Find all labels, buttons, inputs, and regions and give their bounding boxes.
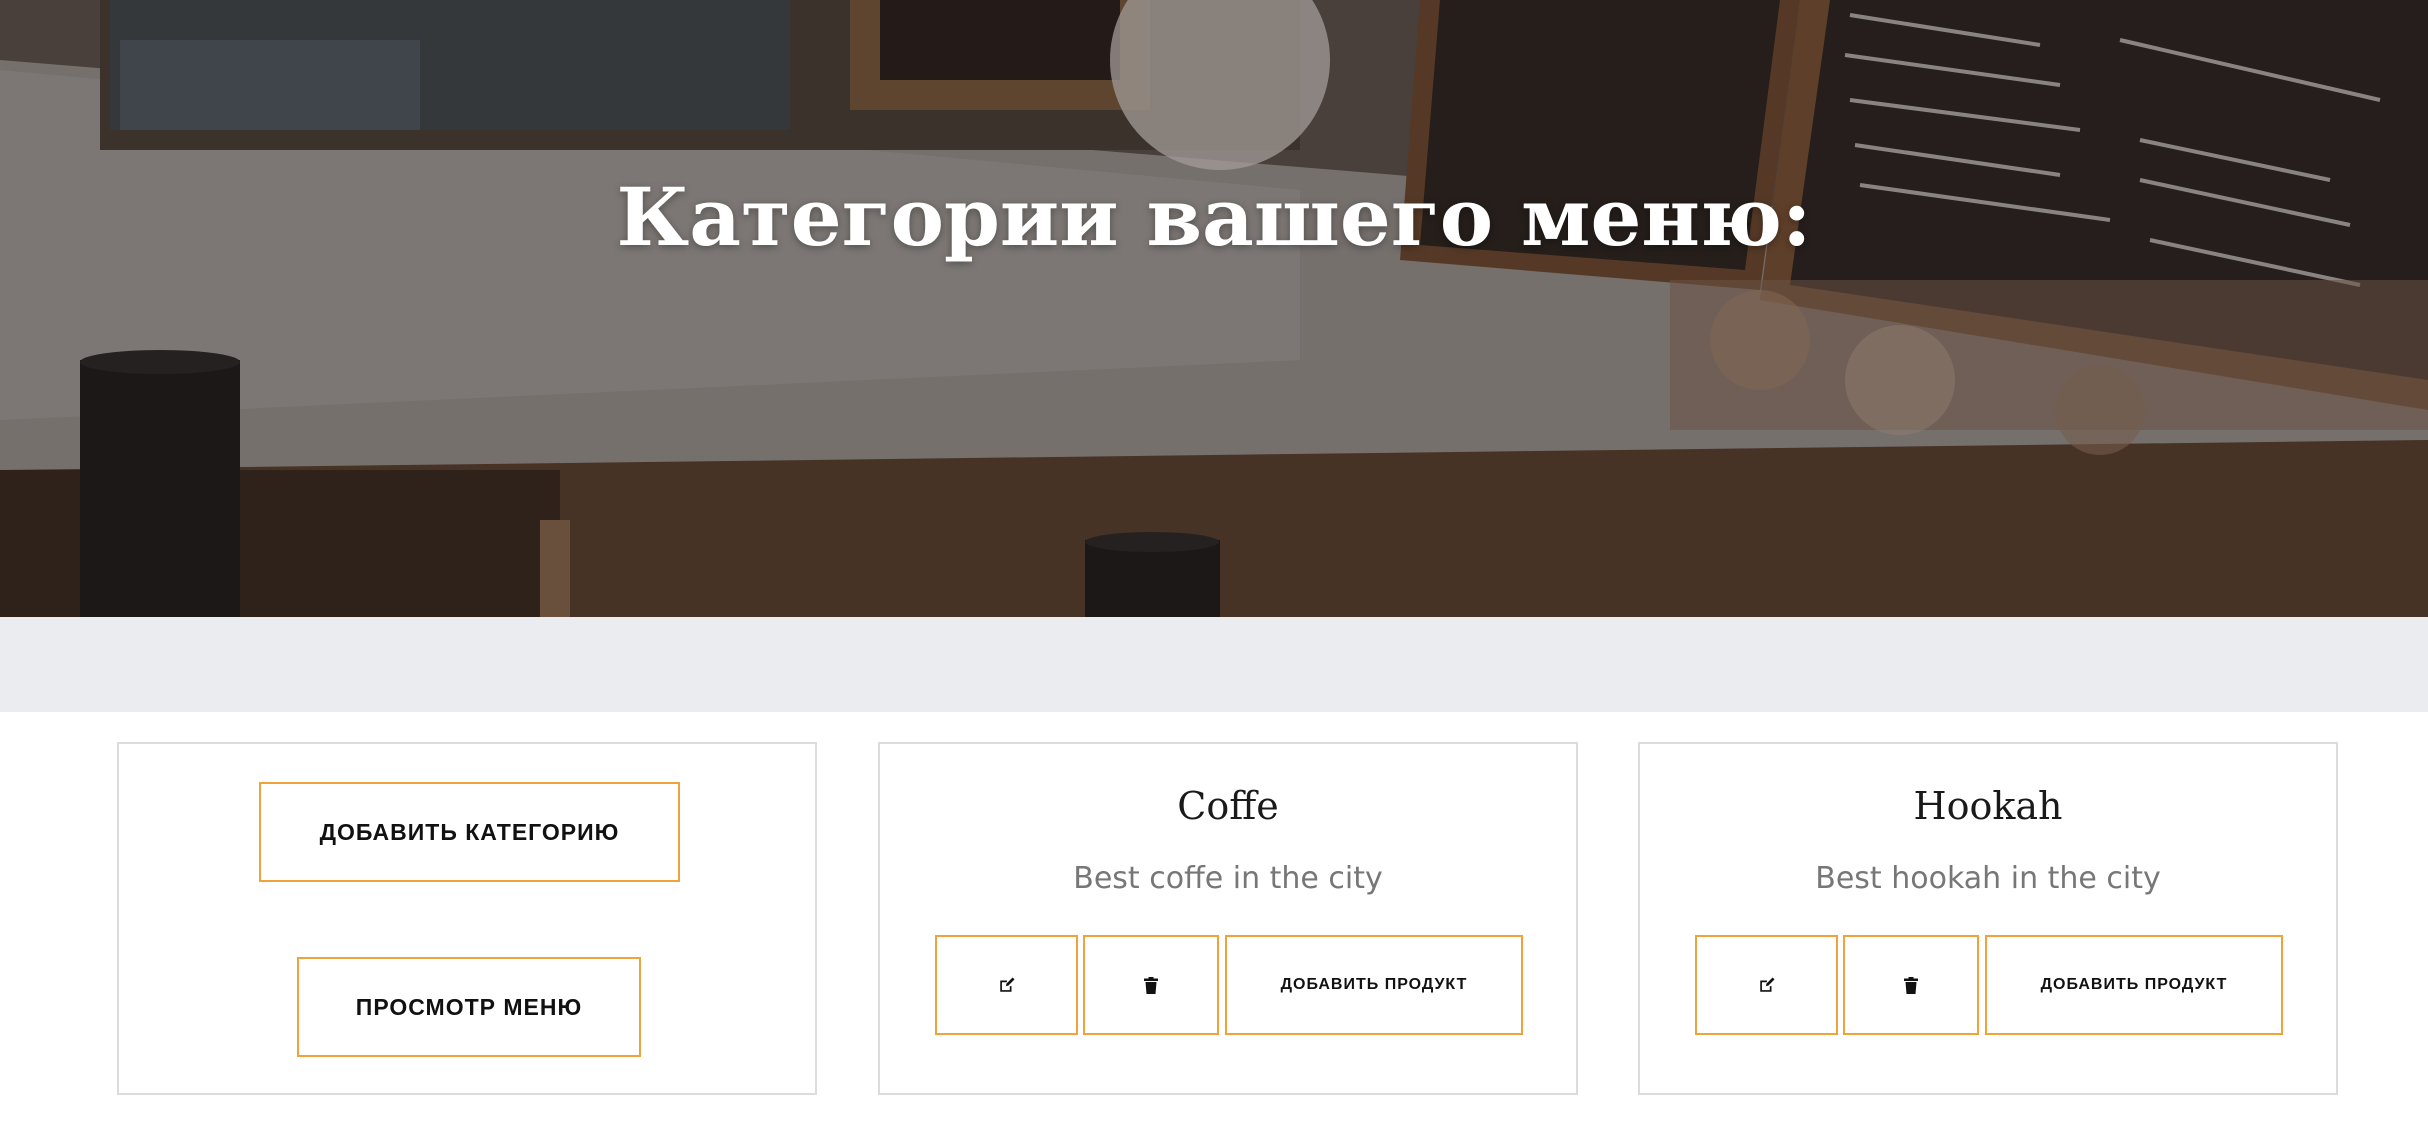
hero-overlay [0,0,2428,617]
delete-category-button[interactable] [1843,935,1979,1035]
add-product-button[interactable]: ДОБАВИТЬ ПРОДУКТ [1985,935,2283,1035]
page-title: Категории вашего меню: [616,170,1812,264]
hero-banner: Категории вашего меню: [0,0,2428,617]
add-product-button[interactable]: ДОБАВИТЬ ПРОДУКТ [1225,935,1523,1035]
edit-category-button[interactable] [1695,935,1838,1035]
trash-icon [1904,976,1918,994]
section-divider-band [0,617,2428,712]
category-card: Hookah Best hookah in the city ДОБАВИТЬ … [1638,742,2338,1095]
category-description: Best hookah in the city [1815,861,2161,896]
delete-category-button[interactable] [1083,935,1219,1035]
category-title: Coffe [1177,784,1279,828]
category-title: Hookah [1913,784,2063,828]
edit-icon [998,976,1016,994]
edit-category-button[interactable] [935,935,1078,1035]
actions-card: ДОБАВИТЬ КАТЕГОРИЮ ПРОСМОТР МЕНЮ [117,742,817,1095]
view-menu-button[interactable]: ПРОСМОТР МЕНЮ [297,957,641,1057]
add-category-button[interactable]: ДОБАВИТЬ КАТЕГОРИЮ [259,782,680,882]
trash-icon [1144,976,1158,994]
category-description: Best coffe in the city [1073,861,1383,896]
category-card: Coffe Best coffe in the city ДОБАВИТЬ ПР… [878,742,1578,1095]
edit-icon [1758,976,1776,994]
